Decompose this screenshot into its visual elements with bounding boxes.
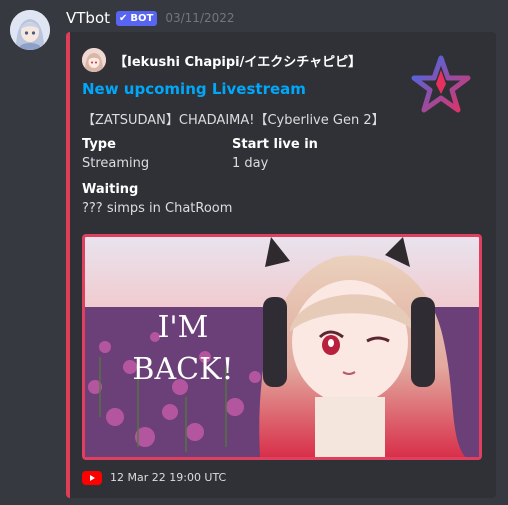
check-icon: ✔ [119, 12, 128, 24]
field-waiting: Waiting ??? simps in ChatRoom [82, 182, 232, 216]
youtube-icon [82, 470, 102, 485]
bot-badge: ✔ BOT [116, 10, 158, 26]
livestream-embed: 【Iekushi Chapipi/イエクシチャピピ】 New upcoming … [66, 32, 496, 498]
message-timestamp[interactable]: 03/11/2022 [165, 11, 234, 25]
embed-footer: 12 Mar 22 19:00 UTC [82, 470, 227, 485]
bot-badge-label: BOT [130, 12, 154, 24]
image-text-line1: I'M [158, 310, 209, 345]
image-text-line2: BACK! [132, 352, 233, 387]
field-type-value: Streaming [82, 156, 150, 171]
bot-avatar[interactable] [10, 10, 50, 50]
stream-thumbnail-image[interactable]: I'M BACK! [82, 234, 482, 460]
footer-timestamp: 12 Mar 22 19:00 UTC [110, 470, 227, 484]
field-start: Start live in 1 day [232, 137, 318, 171]
embed-description: 【ZATSUDAN】CHADAIMA!【Cyberlive Gen 2】 [82, 113, 385, 128]
embed-title-link[interactable]: New upcoming Livestream [82, 80, 306, 98]
author-avatar [82, 48, 106, 72]
embed-author: 【Iekushi Chapipi/イエクシチャピピ】 [82, 48, 361, 72]
field-start-value: 1 day [232, 156, 269, 171]
author-name[interactable]: 【Iekushi Chapipi/イエクシチャピピ】 [114, 51, 361, 70]
field-waiting-name: Waiting [82, 182, 139, 197]
field-type: Type Streaming [82, 137, 149, 171]
message-header: VTbot ✔ BOT 03/11/2022 [66, 8, 235, 28]
field-start-name: Start live in [232, 137, 318, 152]
field-type-name: Type [82, 137, 116, 152]
star-logo [410, 54, 472, 116]
field-waiting-value: ??? simps in ChatRoom [82, 201, 233, 216]
username[interactable]: VTbot [66, 9, 110, 27]
